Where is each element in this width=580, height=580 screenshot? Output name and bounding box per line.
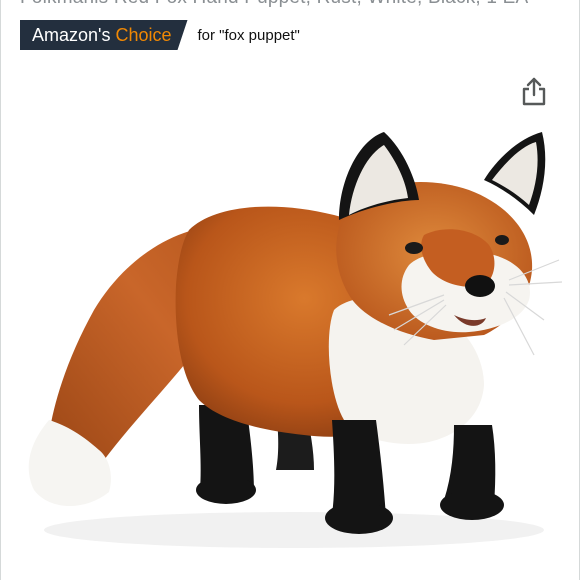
fox-eye-left (405, 242, 423, 254)
fox-nose (465, 275, 495, 297)
fox-eye-right (495, 235, 509, 245)
share-button[interactable] (521, 76, 547, 106)
product-image[interactable] (14, 120, 566, 560)
fox-puppet-illustration (28, 132, 563, 548)
badge-prefix: Amazon's (32, 24, 111, 45)
amazons-choice-row: Amazon's Choice for "fox puppet" (20, 20, 300, 50)
product-title: Folkmanis Red Fox Hand Puppet, Rust, Whi… (20, 0, 560, 9)
left-border (0, 0, 1, 580)
badge-for-query: for "fox puppet" (197, 26, 300, 44)
badge-accent: Choice (115, 24, 172, 45)
share-icon (522, 77, 546, 106)
amazons-choice-badge[interactable]: Amazon's Choice (20, 20, 188, 50)
